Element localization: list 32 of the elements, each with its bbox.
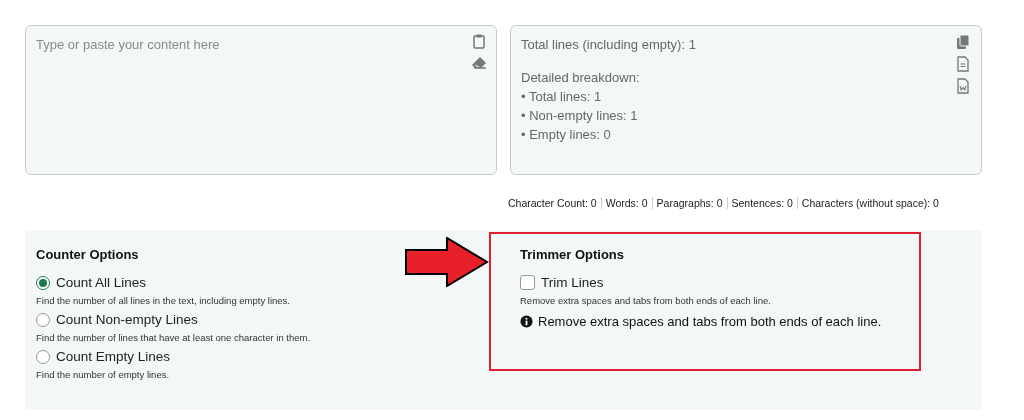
section-title: Trimmer Options	[520, 247, 626, 262]
clipboard-icon[interactable]	[471, 33, 487, 49]
radio-option[interactable]: Count Non-empty Lines	[36, 312, 488, 327]
radio-button[interactable]	[36, 312, 50, 327]
result-text: Total lines (including empty): 1	[521, 37, 696, 52]
stat-text: Characters (without space): 0	[796, 197, 943, 209]
copy-icon[interactable]	[955, 34, 971, 50]
eraser-icon[interactable]	[471, 55, 487, 71]
result-text: • Total lines: 1	[521, 89, 602, 104]
checkbox-option[interactable]: Trim Lines	[520, 275, 961, 290]
section-title: Counter Options	[36, 247, 140, 262]
radio-option[interactable]: Count Empty Lines	[36, 349, 488, 364]
info-icon	[520, 315, 533, 328]
stat-text: Words: 0	[600, 197, 652, 209]
result-text: Detailed breakdown:	[521, 70, 640, 85]
option-description: Find the number of all lines in the text, including empty lines.	[36, 295, 291, 306]
word-file-icon[interactable]	[955, 78, 971, 94]
stat-text: Character Count: 0	[508, 197, 598, 209]
radio-button[interactable]	[36, 349, 50, 364]
result-text: • Non-empty lines: 1	[521, 108, 638, 123]
stat-text: Paragraphs: 0	[651, 197, 727, 209]
text-input-area[interactable]: Type or paste your content here	[25, 25, 497, 175]
text-file-icon[interactable]	[955, 56, 971, 72]
result-text: • Empty lines: 0	[521, 127, 611, 142]
option-description: Find the number of empty lines.	[36, 369, 171, 380]
option-description: Remove extra spaces and tabs from both ends of each line.	[520, 295, 772, 306]
info-text: Remove extra spaces and tabs from both ends of each line.	[538, 314, 882, 329]
radio-button[interactable]	[36, 275, 50, 290]
stat-text: Sentences: 0	[726, 197, 797, 209]
checkbox[interactable]	[520, 275, 535, 290]
option-description: Find the number of lines that have at least one character in them.	[36, 332, 312, 343]
radio-option[interactable]: Count All Lines	[36, 275, 488, 290]
